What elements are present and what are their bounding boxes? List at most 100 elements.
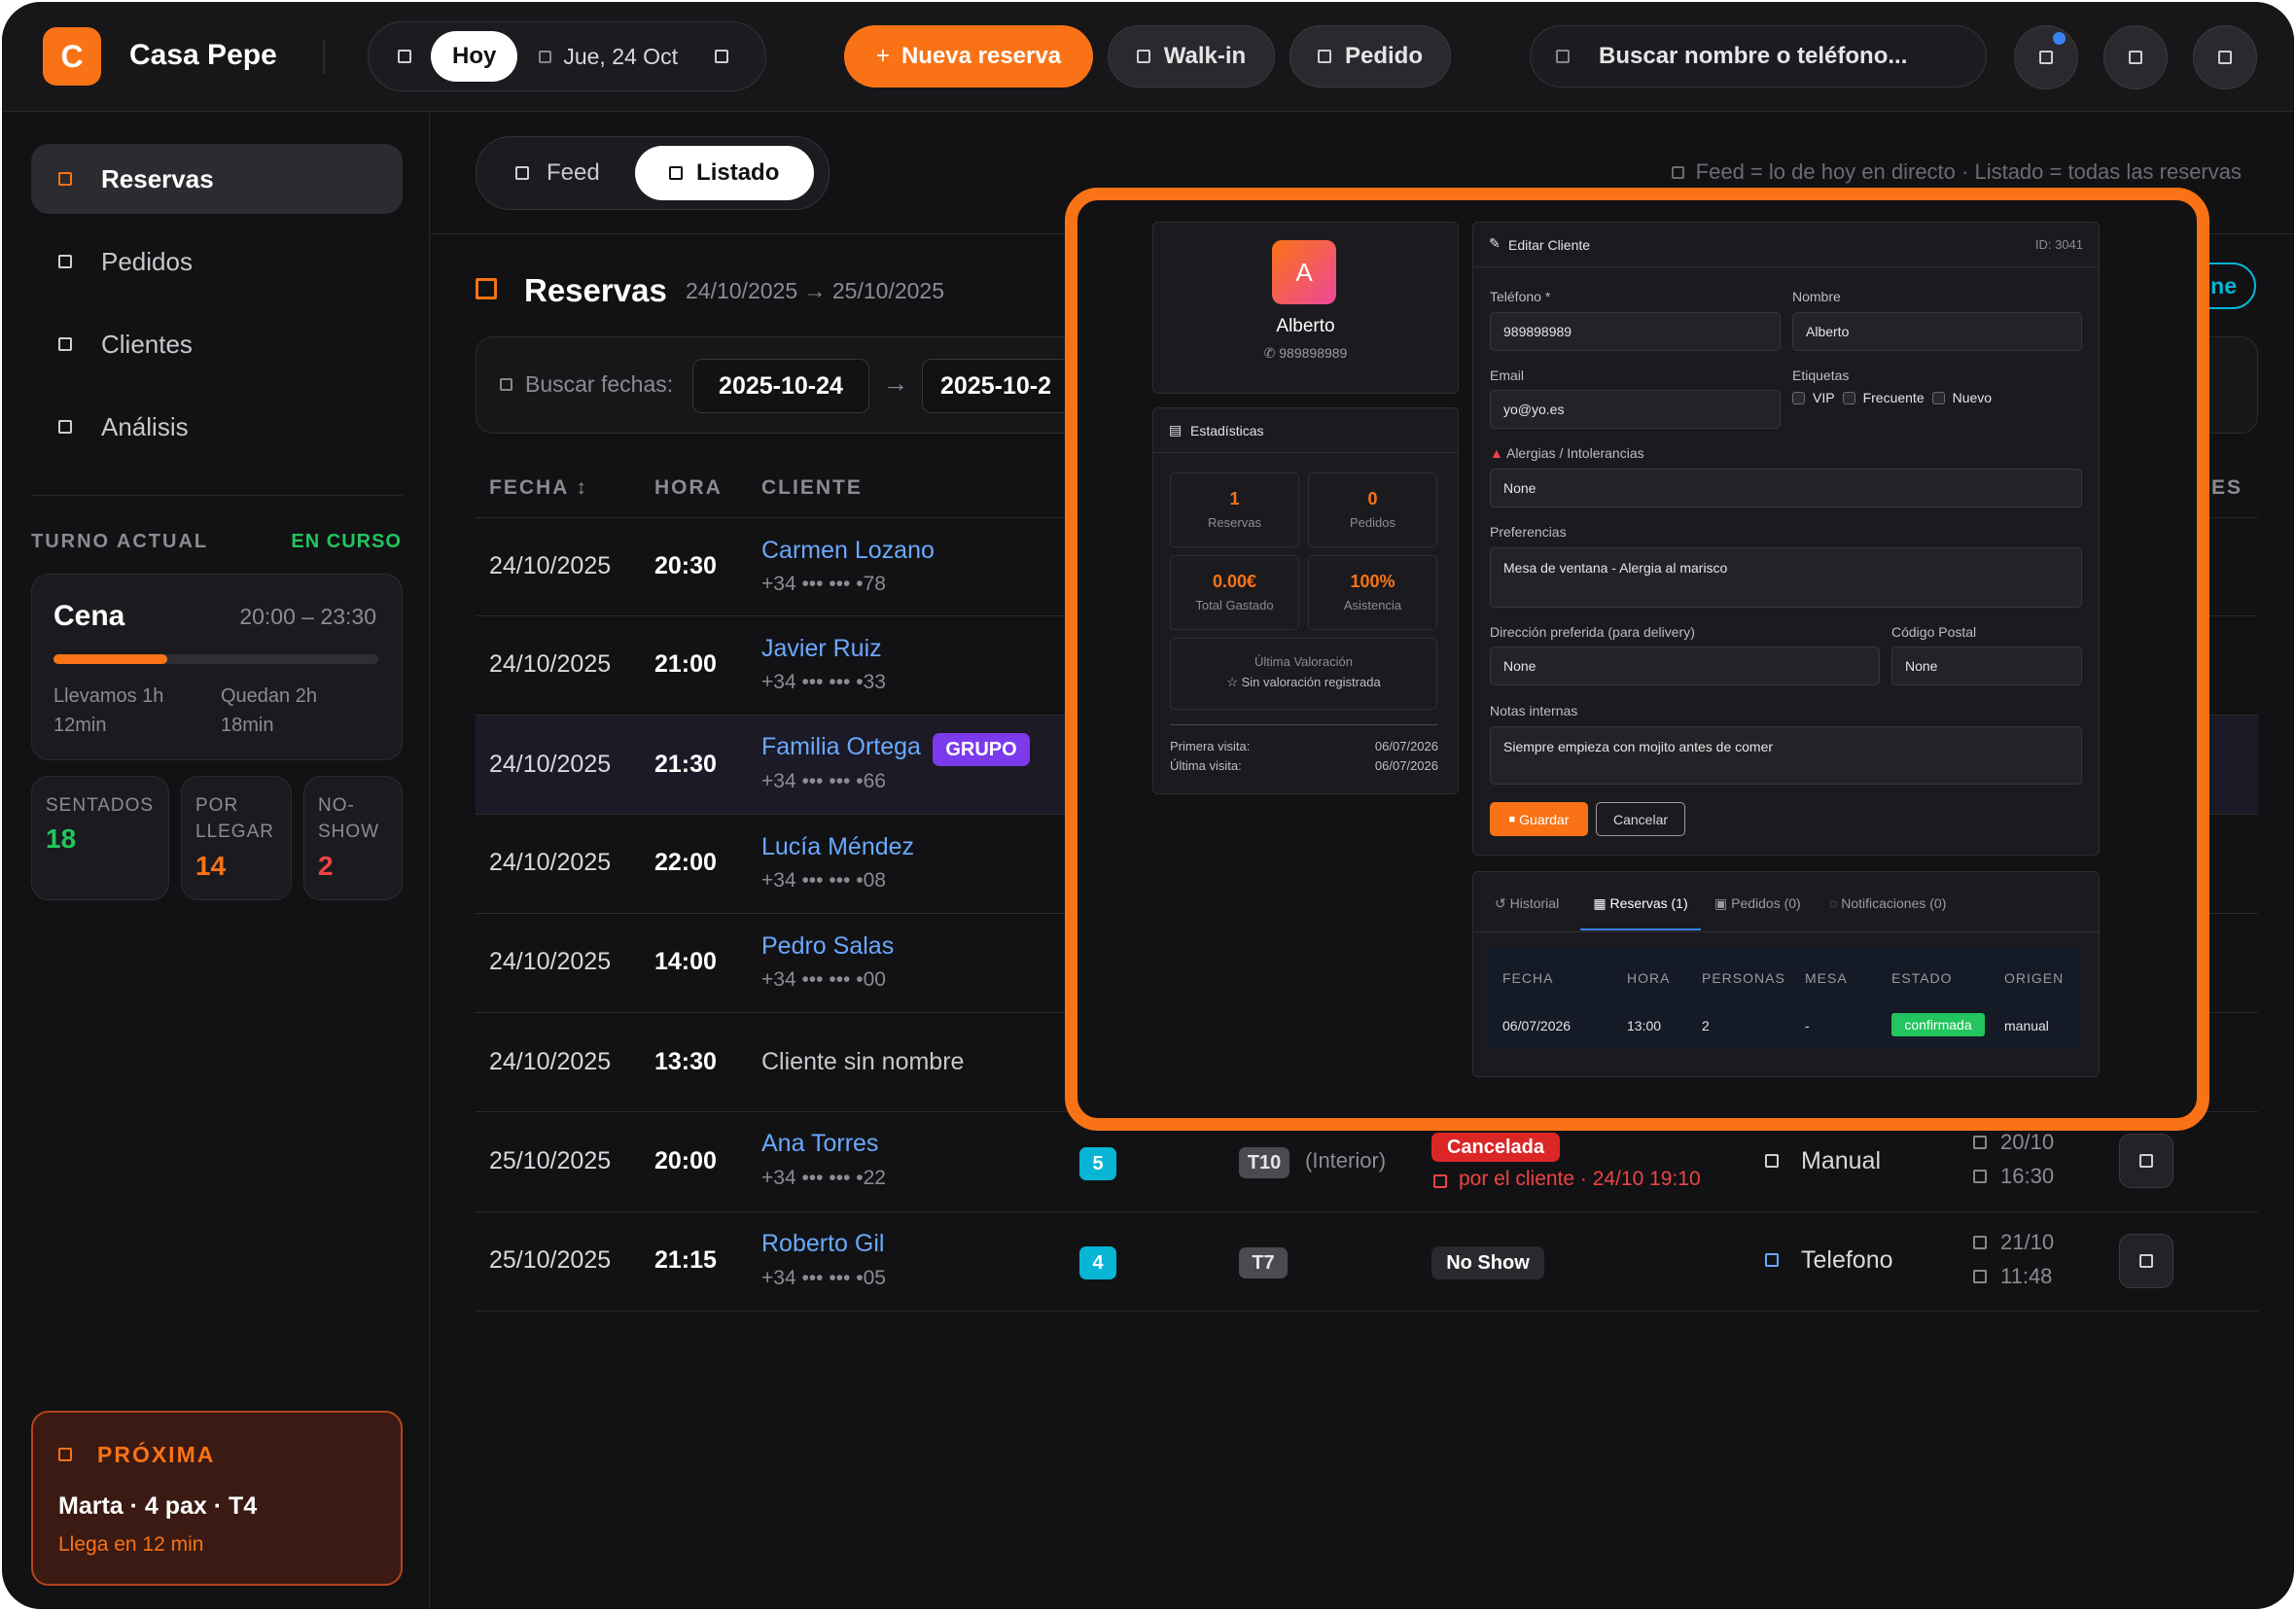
email-field[interactable]: yo@yo.es — [1490, 390, 1781, 429]
new-reservation-label: Nueva reserva — [901, 43, 1062, 69]
bell-icon — [58, 1448, 72, 1461]
created-date: 21/10 — [2000, 1230, 2055, 1254]
divider — [476, 1311, 2258, 1312]
sidebar-item-label: Clientes — [101, 329, 193, 359]
view-toggle: Feed Listado — [476, 136, 830, 210]
next-arrival-card[interactable]: PRÓXIMA Marta · 4 pax · T4 Llega en 12 m… — [31, 1411, 403, 1586]
group-badge: GRUPO — [933, 733, 1030, 766]
row-action-button[interactable] — [2119, 1134, 2173, 1188]
tab-reservas[interactable]: ▦ Reservas (1) — [1580, 872, 1701, 930]
client-link[interactable]: Familia Ortega — [761, 733, 921, 761]
client-link[interactable]: Ana Torres — [761, 1130, 878, 1158]
list-icon — [669, 166, 684, 180]
star-icon: ☆ — [1226, 675, 1242, 689]
name-field[interactable]: Alberto — [1792, 312, 2082, 351]
tab-historial-label: Historial — [1509, 895, 1560, 911]
sidebar-item-reservas[interactable]: Reservas — [31, 144, 403, 214]
notifications-button[interactable] — [2014, 25, 2078, 89]
divider — [31, 495, 403, 496]
new-reservation-button[interactable]: + Nueva reserva — [844, 25, 1093, 88]
search-input[interactable]: Buscar nombre o teléfono... — [1599, 43, 1907, 70]
walk-in-button[interactable]: Walk-in — [1108, 25, 1275, 88]
notes-field[interactable]: Siempre empieza con mojito antes de come… — [1490, 726, 2082, 785]
client-link[interactable]: Carmen Lozano — [761, 537, 935, 565]
allergies-field[interactable]: None — [1490, 469, 2082, 508]
tab-listado[interactable]: Listado — [634, 146, 814, 200]
sidebar-item-analisis[interactable]: Análisis — [31, 392, 403, 462]
stat-value: 100% — [1350, 572, 1395, 591]
order-button[interactable]: Pedido — [1289, 25, 1451, 88]
user-menu-button[interactable] — [2193, 25, 2257, 89]
rating-box: Última Valoración ☆ Sin valoración regis… — [1170, 638, 1437, 710]
client-link[interactable]: Lucía Méndez — [761, 833, 914, 861]
client-profile-card: A Alberto ✆ 989898989 — [1152, 222, 1459, 394]
clock-icon — [1973, 1270, 1987, 1283]
user-icon — [2218, 51, 2232, 64]
row-time: 20:30 — [654, 552, 717, 579]
frequent-label: Frecuente — [1862, 390, 1925, 405]
sidebar-item-label: Pedidos — [101, 246, 193, 276]
tab-notificaciones[interactable]: ◌ Notificaciones (0) — [1829, 895, 1946, 911]
tab-historial[interactable]: ↺ Historial — [1495, 895, 1559, 912]
client-link[interactable]: Javier Ruiz — [761, 635, 882, 663]
sidebar-item-pedidos[interactable]: Pedidos — [31, 227, 403, 297]
stats-card: ▤ Estadísticas 1 Reservas 0 Pedidos 0.00€ T… — [1152, 407, 1459, 794]
first-visit-value: 06/07/2026 — [1374, 739, 1438, 753]
postal-field[interactable]: None — [1891, 647, 2082, 685]
status-detail: por el cliente · 24/10 19:10 — [1459, 1168, 1701, 1190]
search-icon — [1556, 50, 1570, 63]
order-icon — [1317, 50, 1331, 63]
zone-label: (Interior) — [1305, 1148, 1387, 1173]
client-avatar: A — [1272, 240, 1336, 304]
sidebar-item-clientes[interactable]: Clientes — [31, 309, 403, 379]
last-visit-label: Última visita: — [1170, 758, 1242, 773]
search-field[interactable]: Buscar nombre o teléfono... — [1530, 25, 1987, 88]
row-time: 21:15 — [654, 1246, 717, 1274]
tab-feed[interactable]: Feed — [547, 159, 600, 187]
prev-day-icon[interactable] — [398, 50, 411, 63]
table-badge: T7 — [1239, 1247, 1288, 1278]
status-badge: Cancelada — [1431, 1133, 1560, 1162]
save-button[interactable]: ■ Guardar — [1490, 802, 1588, 836]
shift-progress-fill — [53, 654, 167, 664]
today-button[interactable]: Hoy — [431, 31, 518, 82]
client-link[interactable]: Roberto Gil — [761, 1230, 884, 1258]
frequent-checkbox[interactable] — [1842, 391, 1855, 404]
next-details: Marta · 4 pax · T4 — [58, 1492, 258, 1520]
shift-name: Cena — [53, 600, 125, 632]
shift-progress-track — [53, 654, 378, 664]
row-time: 21:30 — [654, 751, 717, 778]
row-action-button[interactable] — [2119, 1234, 2173, 1288]
counter-value: 14 — [195, 851, 227, 881]
sidebar: Reservas Pedidos Clientes Análisis TURNO… — [2, 113, 430, 1609]
col-hora: HORA — [1627, 970, 1671, 986]
stat-label: Pedidos — [1350, 515, 1395, 530]
bag-icon: ▣ — [1714, 895, 1728, 911]
next-day-icon[interactable] — [714, 50, 728, 63]
address-field[interactable]: None — [1490, 647, 1880, 685]
row-time: 21:00 — [654, 650, 717, 678]
cell-hora: 13:00 — [1627, 1018, 1662, 1033]
bell-icon — [2039, 51, 2053, 64]
col-personas: PERSONAS — [1702, 970, 1785, 986]
new-checkbox[interactable] — [1931, 391, 1945, 404]
calendar-icon — [1973, 1136, 1987, 1149]
history-icon: ↺ — [1495, 895, 1506, 911]
client-link[interactable]: Pedro Salas — [761, 932, 894, 961]
preferences-field[interactable]: Mesa de ventana - Alergia al marisco — [1490, 547, 2082, 608]
tab-pedidos[interactable]: ▣ Pedidos (0) — [1714, 895, 1801, 912]
cell-fecha: 06/07/2026 — [1502, 1018, 1572, 1033]
phone-field[interactable]: 989898989 — [1490, 312, 1781, 351]
settings-button[interactable] — [2103, 25, 2168, 89]
stat-attendance: 100% Asistencia — [1308, 555, 1437, 630]
col-fecha[interactable]: FECHA ↕ — [489, 476, 588, 500]
col-cliente: CLIENTE — [761, 476, 863, 499]
vip-checkbox[interactable] — [1792, 391, 1805, 404]
date-from-input[interactable]: 2025-10-24 — [692, 359, 869, 413]
cancel-button[interactable]: Cancelar — [1596, 802, 1685, 836]
tab-pedidos-label: Pedidos (0) — [1731, 895, 1801, 911]
current-date[interactable]: Jue, 24 Oct — [563, 44, 678, 70]
sidebar-item-label: Análisis — [101, 411, 189, 441]
client-phone: +34 ••• ••• •05 — [761, 1267, 886, 1289]
notification-dot — [2053, 32, 2066, 45]
